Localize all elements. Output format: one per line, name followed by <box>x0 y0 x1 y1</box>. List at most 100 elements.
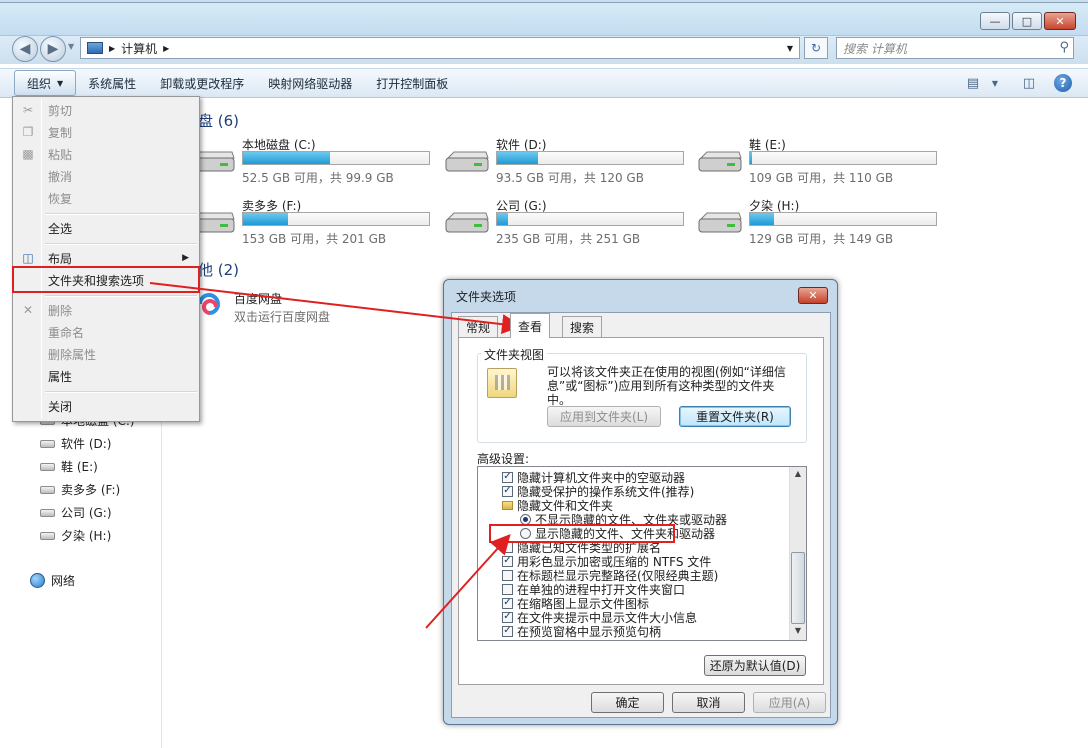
checkbox[interactable]: ✓ <box>502 611 513 623</box>
drive-usage-fill <box>497 152 538 164</box>
computer-icon <box>87 42 103 54</box>
menu-item-copy[interactable]: ❐ 复制 <box>15 121 197 143</box>
checkbox[interactable]: ✓ <box>502 471 513 483</box>
checkbox[interactable] <box>502 583 513 595</box>
open-control-panel-button[interactable]: 打开控制面板 <box>364 70 460 96</box>
organize-button[interactable]: 组织 ▼ <box>14 70 77 96</box>
tab-search[interactable]: 搜索 <box>562 316 603 337</box>
scroll-up-icon[interactable]: ▲ <box>792 469 804 481</box>
advanced-setting-row[interactable]: ✓ 在预览窗格中显示预览句柄 <box>502 624 661 639</box>
maximize-button[interactable]: □ <box>1012 12 1042 30</box>
map-network-drive-button[interactable]: 映射网络驱动器 <box>256 70 364 96</box>
checkbox[interactable] <box>502 569 513 581</box>
menu-separator <box>45 295 197 297</box>
nav-drive-label: 公司 (G:) <box>61 506 112 520</box>
nav-drive-f[interactable]: 卖多多 (F:) <box>40 481 120 498</box>
view-tab-panel: 文件夹视图 可以将该文件夹正在使用的视图(例如“详细信息”或“图标”)应用到所有… <box>458 337 824 685</box>
menu-item-delete[interactable]: ✕ 删除 <box>15 299 197 321</box>
menu-item-rename[interactable]: 重命名 <box>15 321 197 343</box>
reset-folders-button[interactable]: 重置文件夹(R) <box>679 406 791 427</box>
preview-pane-icon[interactable]: ◫ <box>1020 74 1038 92</box>
drive-tile-g[interactable]: 公司 (G:) 235 GB 可用，共 251 GB <box>444 197 684 247</box>
drive-tile-c[interactable]: 本地磁盘 (C:) 52.5 GB 可用，共 99.9 GB <box>190 136 430 186</box>
change-view-icon[interactable]: ▤ <box>964 74 982 92</box>
nav-drive-label: 卖多多 (F:) <box>61 483 121 497</box>
folder-view-icon <box>487 368 517 398</box>
checkbox[interactable] <box>502 541 513 553</box>
checkbox[interactable]: ✓ <box>502 597 513 609</box>
radio-button[interactable] <box>520 513 531 525</box>
refresh-button[interactable]: ↻ <box>804 37 828 59</box>
breadcrumb-separator-icon[interactable]: ▶ <box>163 44 169 53</box>
address-row: ◀ ▶ ▼ ▶ 计算机 ▶ ▼ ↻ 搜索 计算机 ⚲ <box>0 36 1088 64</box>
search-input[interactable]: 搜索 计算机 ⚲ <box>836 37 1074 59</box>
dialog-body: 常规 查看 搜索 文件夹视图 可以将该文件夹正在使用的视图(例如“详细信息”或“… <box>451 312 831 718</box>
highlight-hide-extensions <box>489 524 675 543</box>
address-bar[interactable]: ▶ 计算机 ▶ ▼ <box>80 37 800 59</box>
menu-item-label: 全选 <box>48 221 73 236</box>
close-button[interactable]: ✕ <box>1044 12 1076 30</box>
drive-tile-e[interactable]: 鞋 (E:) 109 GB 可用，共 110 GB <box>697 136 937 186</box>
recent-pages-chevron-icon[interactable]: ▼ <box>68 42 74 51</box>
nav-drive-label: 软件 (D:) <box>61 437 112 451</box>
tab-view[interactable]: 查看 <box>510 313 551 338</box>
nav-drive-g[interactable]: 公司 (G:) <box>40 504 112 521</box>
forward-button[interactable]: ▶ <box>40 36 66 62</box>
drive-usage-bar <box>496 212 684 226</box>
drive-tile-d[interactable]: 软件 (D:) 93.5 GB 可用，共 120 GB <box>444 136 684 186</box>
drive-space-info: 235 GB 可用，共 251 GB <box>496 232 641 246</box>
drive-icon <box>40 485 55 494</box>
system-properties-button[interactable]: 系统属性 <box>76 70 148 96</box>
nav-drive-e[interactable]: 鞋 (E:) <box>40 458 98 475</box>
checkbox[interactable]: ✓ <box>502 555 513 567</box>
nav-drive-h[interactable]: 夕染 (H:) <box>40 527 111 544</box>
menu-item-paste[interactable]: ▩ 粘贴 <box>15 143 197 165</box>
nav-network[interactable]: 网络 <box>30 572 75 589</box>
drive-usage-fill <box>497 213 509 225</box>
drive-tile-f[interactable]: 卖多多 (F:) 153 GB 可用，共 201 GB <box>190 197 430 247</box>
checkbox[interactable]: ✓ <box>502 625 513 637</box>
drive-usage-fill <box>750 213 775 225</box>
drive-usage-bar <box>242 151 430 165</box>
scroll-down-icon[interactable]: ▼ <box>792 626 804 638</box>
apply-button[interactable]: 应用(A) <box>753 692 826 713</box>
dialog-close-button[interactable]: ✕ <box>798 287 828 304</box>
group-header-other[interactable]: 他 (2) <box>198 259 239 280</box>
submenu-arrow-icon: ▶ <box>182 253 189 263</box>
menu-item-label: 重命名 <box>48 325 85 340</box>
group-header-drives[interactable]: 盘 (6) <box>198 110 239 131</box>
baidu-netdisk-icon <box>198 293 220 315</box>
menu-item-undo[interactable]: 撤消 <box>15 165 197 187</box>
view-dropdown-icon[interactable]: ▼ <box>986 74 1004 92</box>
breadcrumb-separator-icon[interactable]: ▶ <box>109 44 115 53</box>
back-button[interactable]: ◀ <box>12 36 38 62</box>
menu-item-cut[interactable]: ✂ 剪切 <box>15 99 197 121</box>
menu-item-select-all[interactable]: 全选 <box>15 217 197 239</box>
menu-item-label: 关闭 <box>48 399 73 414</box>
uninstall-program-button[interactable]: 卸载或更改程序 <box>148 70 256 96</box>
menu-item-close[interactable]: 关闭 <box>15 395 197 417</box>
address-dropdown-icon[interactable]: ▼ <box>787 44 793 53</box>
breadcrumb-computer[interactable]: 计算机 <box>121 40 157 57</box>
hard-drive-icon <box>445 212 489 233</box>
checkbox[interactable]: ✓ <box>502 485 513 497</box>
nav-drive-label: 鞋 (E:) <box>61 460 98 474</box>
search-icon[interactable]: ⚲ <box>1059 40 1069 55</box>
drive-icon <box>40 508 55 517</box>
nav-drive-d[interactable]: 软件 (D:) <box>40 435 111 452</box>
menu-item-properties[interactable]: 属性 <box>15 365 197 387</box>
drive-tile-h[interactable]: 夕染 (H:) 129 GB 可用，共 149 GB <box>697 197 937 247</box>
restore-defaults-button[interactable]: 还原为默认值(D) <box>704 655 806 676</box>
advanced-settings-scrollbar[interactable]: ▲ ▼ <box>789 467 806 640</box>
ok-button[interactable]: 确定 <box>591 692 664 713</box>
menu-item-redo[interactable]: 恢复 <box>15 187 197 209</box>
minimize-button[interactable]: — <box>980 12 1010 30</box>
help-icon[interactable]: ? <box>1054 74 1072 92</box>
tab-general[interactable]: 常规 <box>458 316 499 337</box>
scroll-thumb[interactable] <box>791 552 805 624</box>
menu-item-remove-properties[interactable]: 删除属性 <box>15 343 197 365</box>
menu-item-label: 删除 <box>48 303 73 318</box>
apply-to-folders-button[interactable]: 应用到文件夹(L) <box>547 406 661 427</box>
advanced-settings-list[interactable]: ✓ 隐藏计算机文件夹中的空驱动器 ✓ 隐藏受保护的操作系统文件(推荐) 隐藏文件和文件夹… <box>477 466 807 641</box>
cancel-button[interactable]: 取消 <box>672 692 745 713</box>
